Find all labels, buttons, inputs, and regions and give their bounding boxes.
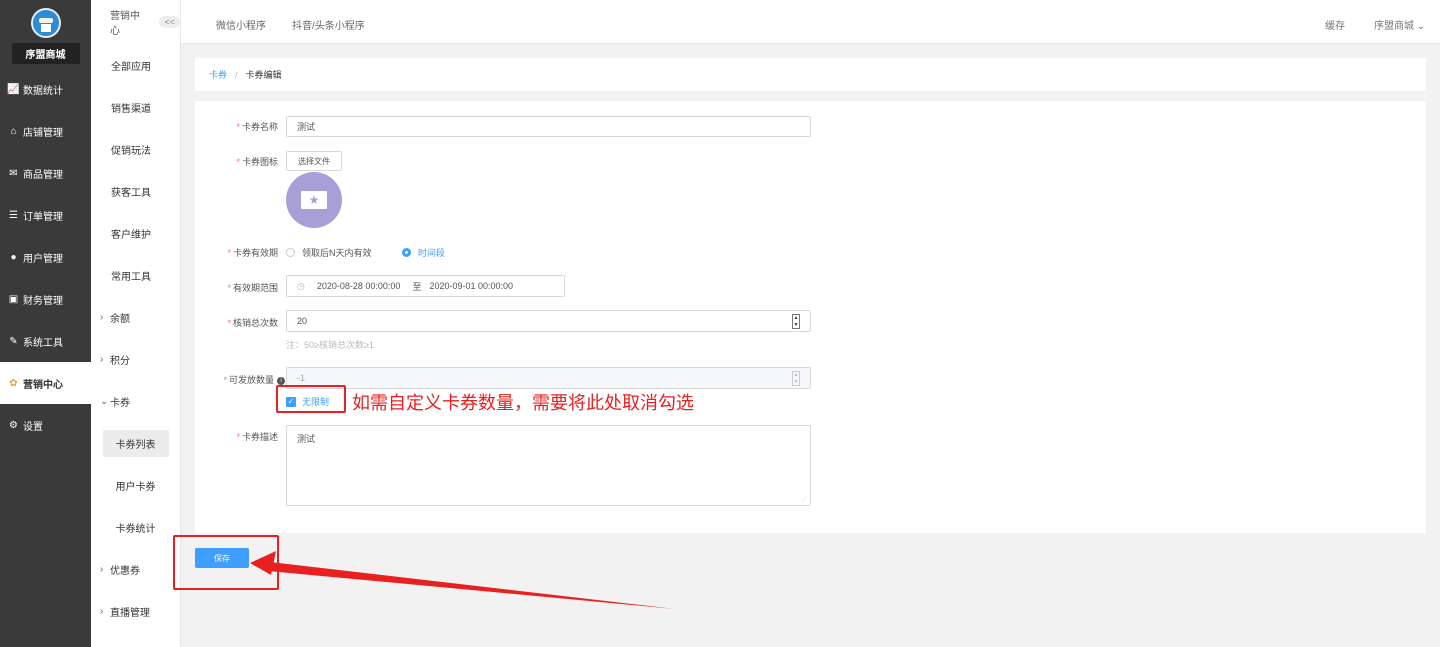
submenu-group-coupon[interactable]: › 优惠券 [91, 548, 180, 590]
chevron-right-icon: › [100, 605, 104, 617]
card-description-textarea[interactable]: 测试 ⋰ [286, 425, 811, 506]
info-icon[interactable]: i [277, 376, 285, 385]
label-validity: * 卡券有效期 [227, 248, 278, 258]
gear-icon: ⚙ [9, 419, 18, 431]
number-stepper-disabled: ▲ ▼ [792, 371, 800, 386]
date-range-picker[interactable]: ◷ 2020-08-28 00:00:00 至 2020-09-01 00:00… [286, 275, 565, 297]
finance-icon: ▣ [8, 293, 19, 305]
shop-dropdown[interactable]: 序盟商城 ⌄ [1374, 17, 1425, 32]
card-icon-preview: ★ [286, 172, 342, 228]
chevron-right-icon: › [100, 353, 104, 365]
range-start: 2020-08-28 00:00:00 [316, 281, 401, 291]
radio-circle-icon [286, 248, 295, 257]
breadcrumb-link-card[interactable]: 卡券 [209, 68, 227, 81]
submenu-item-sales-channel[interactable]: 销售渠道 [91, 86, 180, 128]
submenu-group-live[interactable]: › 直播管理 [91, 590, 180, 632]
top-bar: 微信小程序 抖音/头条小程序 缓存 序盟商城 ⌄ [181, 0, 1440, 44]
card-name-input[interactable]: 测试 [286, 116, 811, 137]
shop-logo-icon [30, 8, 61, 38]
tab-douyin-miniprogram[interactable]: 抖音/头条小程序 [292, 17, 365, 32]
main-sidebar: 序盟商城 📈 数据统计 ⌂ 店铺管理 ✉ 商品管理 ☰ 订单管理 ● 用户管理 ▣ 财务管理… [0, 0, 91, 647]
sidebar-item-marketing[interactable]: ✿ 营销中心 [0, 362, 91, 404]
submenu-item-card-stats[interactable]: 卡券统计 [91, 506, 180, 548]
wrench-icon: ✎ [9, 335, 18, 347]
submenu-group-card[interactable]: ⌄ 卡券 [91, 380, 180, 422]
submenu-item-acquisition[interactable]: 获客工具 [91, 170, 180, 212]
marketing-icon: ✿ [9, 377, 18, 389]
marketing-submenu: 营销中心 << 全部应用 销售渠道 促销玩法 获客工具 客户维护 常用工具 › 余… [91, 0, 181, 647]
sidebar-item-tools[interactable]: ✎ 系统工具 [0, 320, 91, 362]
collapse-button[interactable]: << [159, 16, 180, 28]
submenu-item-common-tools[interactable]: 常用工具 [91, 254, 180, 296]
tab-wechat-miniprogram[interactable]: 微信小程序 [216, 17, 266, 32]
chevron-down-icon: ⌄ [1416, 21, 1426, 32]
stepper-down-icon: ▼ [793, 379, 799, 385]
submenu-item-customer-care[interactable]: 客户维护 [91, 212, 180, 254]
submenu-item-all-apps[interactable]: 全部应用 [91, 44, 180, 86]
shop-icon: ⌂ [10, 125, 17, 137]
card-edit-form: * 卡券名称 测试 * 卡券图标 选择文件 ★ * 卡券有效期 领取后N天内有效 时间… [195, 101, 1426, 533]
label-card-description: * 卡券描述 [236, 432, 278, 442]
radio-time-period[interactable]: 时间段 [402, 246, 445, 259]
number-stepper[interactable]: ▲ ▼ [792, 314, 800, 329]
logo-area: 序盟商城 [0, 0, 91, 68]
sidebar-item-finance[interactable]: ▣ 财务管理 [0, 278, 91, 320]
radio-days-after-receive[interactable]: 领取后N天内有效 [286, 246, 372, 259]
chevron-right-icon: › [100, 311, 104, 323]
submenu-item-user-cards[interactable]: 用户卡券 [91, 464, 180, 506]
radio-checked-icon [402, 248, 411, 257]
breadcrumb-separator: / [235, 69, 238, 80]
chevron-right-icon: › [100, 563, 104, 575]
stepper-down-icon[interactable]: ▼ [793, 322, 799, 329]
stepper-up-icon[interactable]: ▲ [793, 315, 799, 322]
total-redemptions-hint: 注：50≥核销总次数≥1 [286, 340, 374, 350]
goods-icon: ✉ [9, 167, 18, 179]
breadcrumb: 卡券 / 卡券编辑 [195, 58, 1426, 91]
submenu-group-balance[interactable]: › 余额 [91, 296, 180, 338]
star-icon: ★ [301, 191, 327, 209]
label-total-redemptions: * 核销总次数 [227, 318, 278, 328]
cache-button[interactable]: 缓存 [1325, 17, 1345, 32]
breadcrumb-current: 卡券编辑 [245, 70, 282, 80]
sidebar-item-data-stats[interactable]: 📈 数据统计 [0, 68, 91, 110]
sidebar-item-settings[interactable]: ⚙ 设置 [0, 404, 91, 446]
label-validity-range: * 有效期范围 [227, 283, 278, 293]
choose-file-button[interactable]: 选择文件 [286, 151, 342, 171]
sidebar-item-goods[interactable]: ✉ 商品管理 [0, 152, 91, 194]
clock-icon: ◷ [297, 280, 305, 291]
total-redemptions-input[interactable]: 20 ▲ ▼ [286, 310, 811, 332]
range-to: 至 [412, 281, 422, 292]
brand-name: 序盟商城 [11, 43, 80, 64]
annotation-text: 如需自定义卡券数量，需要将此处取消勾选 [352, 393, 694, 413]
resize-handle-icon[interactable]: ⋰ [801, 496, 807, 503]
chevron-down-icon: ⌄ [100, 395, 109, 407]
submenu-group-points[interactable]: › 积分 [91, 338, 180, 380]
sidebar-item-orders[interactable]: ☰ 订单管理 [0, 194, 91, 236]
user-icon: ● [10, 251, 17, 263]
label-card-icon: * 卡券图标 [236, 157, 278, 167]
save-button[interactable]: 保存 [195, 548, 249, 568]
submenu-item-promotion[interactable]: 促销玩法 [91, 128, 180, 170]
order-icon: ☰ [9, 209, 18, 221]
range-end: 2020-09-01 00:00:00 [429, 281, 514, 291]
sidebar-item-users[interactable]: ● 用户管理 [0, 236, 91, 278]
stepper-up-icon: ▲ [793, 372, 799, 378]
submenu-item-card-list[interactable]: 卡券列表 [91, 422, 180, 464]
label-card-name: * 卡券名称 [236, 122, 278, 132]
label-issue-quantity: * 可发放数量 i [181, 373, 285, 386]
issue-quantity-input: -1 ▲ ▼ [286, 367, 811, 389]
chart-icon: 📈 [7, 83, 20, 95]
sidebar-item-shop[interactable]: ⌂ 店铺管理 [0, 110, 91, 152]
annotation-highlight-unlimited [276, 385, 346, 413]
submenu-header: 营销中心 << [91, 0, 180, 44]
